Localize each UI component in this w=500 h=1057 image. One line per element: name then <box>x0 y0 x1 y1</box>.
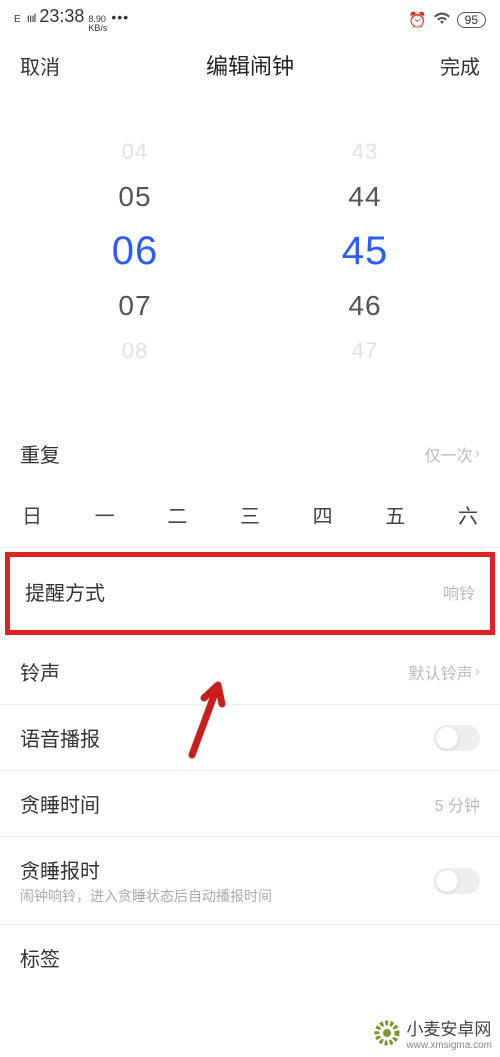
row-value: 响铃 <box>443 580 475 604</box>
signal-type: E <box>14 14 21 25</box>
day-fri[interactable]: 五 <box>385 500 405 529</box>
row-label: 标签 <box>20 943 60 972</box>
row-value: 5 分钟 <box>435 792 480 816</box>
watermark-text: 小麦安卓网 <box>406 1020 491 1039</box>
minute-column[interactable]: 43 44 45 46 47 <box>342 131 389 371</box>
settings-list: 重复 仅一次 › 日 一 二 三 四 五 六 提醒方式 响铃 铃声 默认铃声 ›… <box>0 421 500 990</box>
days-row: 日 一 二 三 四 五 六 <box>0 486 500 548</box>
row-label: 语音播报 <box>20 723 100 752</box>
reminder-row[interactable]: 提醒方式 响铃 <box>5 552 495 635</box>
status-bar: E ıııl 23:38 8.90 KB/s ••• ⏰ 95 <box>0 0 500 35</box>
picker-item[interactable]: 46 <box>348 290 381 322</box>
picker-item[interactable]: 05 <box>118 181 151 213</box>
picker-item[interactable]: 08 <box>122 338 148 364</box>
picker-item[interactable]: 47 <box>352 338 378 364</box>
status-time: 23:38 <box>39 6 84 27</box>
signal-icon: ıııl <box>27 11 36 25</box>
row-label: 提醒方式 <box>25 577 105 606</box>
picker-item[interactable]: 43 <box>352 139 378 165</box>
snooze-report-row[interactable]: 贪睡报时 闹钟响铃，进入贪睡状态后自动播报时间 <box>0 837 500 924</box>
row-label: 贪睡报时 <box>20 855 272 884</box>
gear-icon <box>372 1018 402 1048</box>
day-wed[interactable]: 三 <box>240 500 260 529</box>
net-speed: 8.90 KB/s <box>88 15 107 33</box>
voice-toggle[interactable] <box>434 725 480 751</box>
cancel-button[interactable]: 取消 <box>20 51 60 80</box>
page-title: 编辑闹钟 <box>206 49 294 81</box>
ringtone-row[interactable]: 铃声 默认铃声 › <box>0 639 500 704</box>
chevron-right-icon: › <box>475 445 480 463</box>
tag-row[interactable]: 标签 <box>0 925 500 990</box>
day-sun[interactable]: 日 <box>22 500 42 529</box>
chevron-right-icon: › <box>475 663 480 681</box>
snooze-report-toggle[interactable] <box>434 868 480 894</box>
day-thu[interactable]: 四 <box>313 500 333 529</box>
picker-item[interactable]: 44 <box>348 181 381 213</box>
row-sublabel: 闹钟响铃，进入贪睡状态后自动播报时间 <box>20 886 272 906</box>
picker-item-selected[interactable]: 45 <box>342 229 389 274</box>
watermark: 小麦安卓网 www.xmsigma.com <box>372 1015 492 1051</box>
battery-icon: 95 <box>457 12 486 28</box>
row-label: 重复 <box>20 439 60 468</box>
more-icon: ••• <box>111 9 129 25</box>
repeat-row[interactable]: 重复 仅一次 › <box>0 421 500 486</box>
snooze-time-row[interactable]: 贪睡时间 5 分钟 <box>0 771 500 836</box>
voice-row[interactable]: 语音播报 <box>0 705 500 770</box>
row-value: 仅一次 › <box>425 442 480 466</box>
picker-item[interactable]: 07 <box>118 290 151 322</box>
row-label: 贪睡时间 <box>20 789 100 818</box>
wifi-icon <box>433 11 451 29</box>
picker-item-selected[interactable]: 06 <box>112 229 159 274</box>
day-sat[interactable]: 六 <box>458 500 478 529</box>
done-button[interactable]: 完成 <box>440 51 480 80</box>
nav-bar: 取消 编辑闹钟 完成 <box>0 35 500 91</box>
watermark-url: www.xmsigma.com <box>406 1040 492 1051</box>
picker-item[interactable]: 04 <box>122 139 148 165</box>
day-mon[interactable]: 一 <box>95 500 115 529</box>
alarm-icon: ⏰ <box>408 11 427 29</box>
hour-column[interactable]: 04 05 06 07 08 <box>112 131 159 371</box>
row-value: 默认铃声 › <box>409 660 480 684</box>
time-picker[interactable]: 04 05 06 07 08 43 44 45 46 47 <box>0 91 500 391</box>
day-tue[interactable]: 二 <box>167 500 187 529</box>
row-label: 铃声 <box>20 657 60 686</box>
